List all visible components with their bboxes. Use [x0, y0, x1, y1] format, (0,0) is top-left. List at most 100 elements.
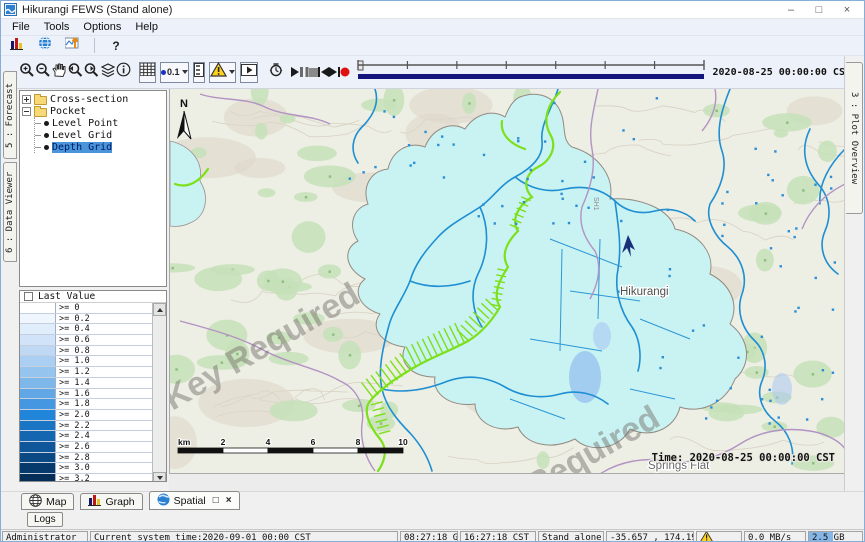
legend-row[interactable]: >= 2.6	[20, 442, 152, 453]
chart-display-button[interactable]	[63, 37, 83, 54]
legend-swatch	[20, 367, 56, 377]
legend-row[interactable]: >= 1.2	[20, 367, 152, 378]
legend-label: >= 0.2	[56, 314, 90, 324]
menu-item-help[interactable]: Help	[128, 20, 165, 34]
skip-to-end-button[interactable]	[329, 62, 340, 83]
tab-forecast[interactable]: 5 : Forecast	[3, 71, 17, 159]
animation-settings-button[interactable]	[268, 62, 284, 83]
tree-label-selected: Depth Grid	[52, 142, 112, 153]
tab-map[interactable]: Map	[21, 493, 74, 510]
pause-button[interactable]	[300, 62, 309, 83]
play-button[interactable]	[290, 62, 300, 83]
skip-end-icon	[329, 67, 340, 77]
tab-data-viewer[interactable]: 6 : Data Viewer	[3, 162, 17, 262]
maximize-button[interactable]: □	[805, 2, 833, 18]
legend-swatch	[20, 463, 56, 473]
legend-row[interactable]: >= 0.2	[20, 314, 152, 325]
tab-maximize-button[interactable]: □	[213, 495, 219, 506]
legend-row[interactable]: >= 1.8	[20, 399, 152, 410]
legend-label: >= 1.6	[56, 389, 90, 399]
menu-item-file[interactable]: File	[5, 20, 37, 34]
graph-icon	[88, 494, 101, 509]
scale-tick-label: 6	[311, 437, 316, 447]
menu-item-options[interactable]: Options	[76, 20, 128, 34]
legend-row[interactable]: >= 2.2	[20, 421, 152, 432]
record-button[interactable]	[340, 62, 350, 83]
zoom-in-button[interactable]	[19, 62, 35, 83]
legend-row[interactable]: >= 1.6	[20, 389, 152, 400]
stop-icon	[309, 68, 318, 77]
collapse-icon[interactable]	[22, 107, 31, 116]
legend-row[interactable]: >= 0.4	[20, 324, 152, 335]
database-display-button[interactable]	[7, 37, 27, 54]
scale-unit-label: km	[178, 437, 191, 447]
warning-triangle-icon	[210, 62, 227, 82]
legend-label: >= 0.8	[56, 346, 90, 356]
status-gmt-time: 08:27:18 GMT	[400, 531, 458, 542]
zoom-out-icon	[35, 62, 51, 83]
grid-display-button[interactable]	[139, 62, 156, 83]
class-interval-dropdown[interactable]: 0.1	[160, 62, 189, 83]
help-button[interactable]: ?	[106, 37, 126, 54]
menu-item-tools[interactable]: Tools	[37, 20, 77, 34]
legend-swatch	[20, 431, 56, 441]
tree-node-depth-grid[interactable]: Depth Grid	[35, 141, 166, 153]
tab-spatial[interactable]: Spatial □ ×	[149, 491, 240, 510]
zoom-next-icon	[83, 62, 100, 83]
close-button[interactable]: ×	[833, 2, 861, 18]
status-warning-cell[interactable]	[696, 531, 742, 542]
toolbar-separator	[94, 38, 95, 53]
tab-close-button[interactable]: ×	[226, 495, 232, 506]
map-canvas[interactable]: API Key Required API Key Required SH1 Hi…	[170, 89, 844, 474]
tree-node-level-grid[interactable]: Level Grid	[35, 129, 166, 141]
last-value-checkbox[interactable]	[24, 292, 33, 301]
status-bar: Administrator Current system time:2020-0…	[1, 529, 864, 542]
legend-row[interactable]: >= 1.0	[20, 356, 152, 367]
legend-label: >= 0	[56, 303, 79, 313]
animation-window-button[interactable]	[240, 62, 258, 83]
legend-row[interactable]: >= 0.8	[20, 346, 152, 357]
legend-label: >= 2.0	[56, 410, 90, 420]
skip-to-start-button[interactable]	[318, 62, 329, 83]
place-label-hikurangi: Hikurangi	[620, 286, 669, 298]
tree-node-level-point[interactable]: Level Point	[35, 117, 166, 129]
tree-node-pocket[interactable]: Pocket	[22, 105, 166, 117]
legend-row[interactable]: >= 0	[20, 303, 152, 314]
layers-button[interactable]	[100, 62, 116, 83]
zoom-next-button[interactable]	[83, 62, 100, 83]
legend-swatch	[20, 474, 56, 482]
expand-icon[interactable]	[22, 95, 31, 104]
stop-button[interactable]	[309, 62, 318, 83]
legend-scrollbar[interactable]	[152, 303, 166, 482]
time-slider[interactable]	[356, 58, 708, 87]
main-toolbar: ?	[1, 36, 864, 56]
legend-row[interactable]: >= 2.0	[20, 410, 152, 421]
warnings-dropdown[interactable]	[209, 62, 236, 83]
scroll-down-button[interactable]	[153, 472, 166, 482]
map-toolbar: 0.1 2020-08-25 00:00:00 CST	[1, 56, 846, 89]
arrow-up-icon	[157, 308, 163, 312]
legend-row[interactable]: >= 3.2	[20, 474, 152, 482]
map-display-button[interactable]	[35, 37, 55, 54]
legend-row[interactable]: >= 3.0	[20, 463, 152, 474]
tree-node-cross-section[interactable]: Cross-section	[22, 93, 166, 105]
tab-graph[interactable]: Graph	[80, 493, 142, 510]
legend-label: >= 1.4	[56, 378, 90, 388]
legend-row[interactable]: >= 1.4	[20, 378, 152, 389]
legend-row[interactable]: >= 2.4	[20, 431, 152, 442]
pan-button[interactable]	[51, 62, 66, 83]
legend-panel: Last Value >= 0>= 0.2>= 0.4>= 0.6>= 0.8>…	[19, 290, 167, 482]
legend-swatch	[20, 410, 56, 420]
legend-row[interactable]: >= 2.8	[20, 453, 152, 464]
logs-button[interactable]: Logs	[27, 512, 63, 527]
legend-swatch	[20, 399, 56, 409]
map-area: API Key Required API Key Required SH1 Hi…	[169, 89, 846, 491]
tab-plot-overview[interactable]: 3 : Plot Overview	[846, 62, 863, 214]
scroll-up-button[interactable]	[153, 303, 166, 316]
zoom-out-button[interactable]	[35, 62, 51, 83]
legend-toggle-button[interactable]	[193, 62, 205, 83]
zoom-previous-button[interactable]	[66, 62, 83, 83]
minimize-button[interactable]: –	[777, 2, 805, 18]
info-button[interactable]	[116, 62, 131, 83]
legend-row[interactable]: >= 0.6	[20, 335, 152, 346]
